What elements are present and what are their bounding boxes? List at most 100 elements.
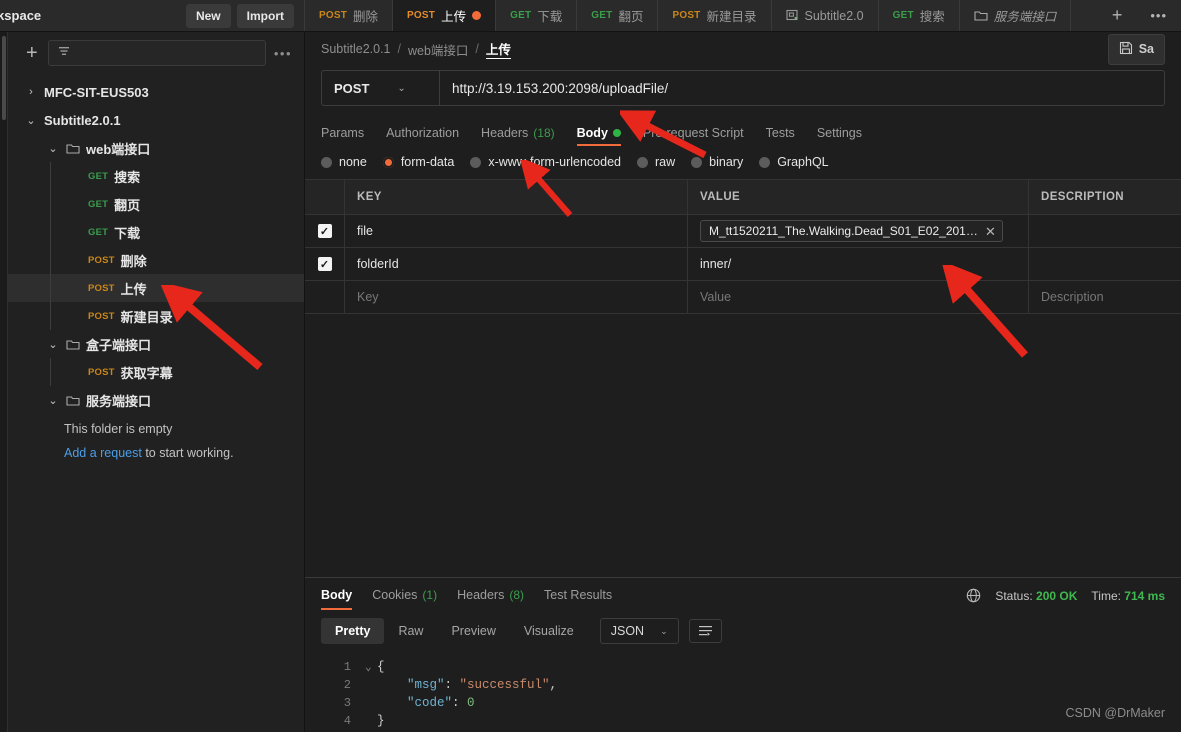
sidebar-item-下载[interactable]: GET下载 bbox=[8, 218, 304, 246]
tab-Subtitle2.0[interactable]: Subtitle2.0 bbox=[772, 0, 879, 31]
sidebar-item-MFC-SIT-EUS503[interactable]: ›MFC-SIT-EUS503 bbox=[8, 78, 304, 106]
key-cell[interactable]: file bbox=[345, 215, 688, 247]
key-cell[interactable]: folderId bbox=[345, 248, 688, 280]
chevron-down-icon: ⌄ bbox=[660, 626, 668, 637]
tab-翻页[interactable]: GET翻页 bbox=[577, 0, 658, 31]
request-filler bbox=[305, 314, 1181, 577]
tab-options-button[interactable]: ••• bbox=[1136, 0, 1181, 31]
table-row[interactable]: ✓ folderIdinner/ bbox=[305, 248, 1181, 281]
tree-item-label: 盒子端接口 bbox=[86, 335, 151, 354]
sidebar-item-web端接口[interactable]: ⌄web端接口 bbox=[8, 134, 304, 162]
sidebar-item-服务端接口[interactable]: ⌄服务端接口 bbox=[8, 386, 304, 414]
add-request-link[interactable]: Add a request bbox=[64, 446, 142, 460]
view-button-raw[interactable]: Raw bbox=[384, 618, 437, 644]
response-format-select[interactable]: JSON⌄ bbox=[600, 618, 679, 644]
url-input[interactable]: http://3.19.153.200:2098/uploadFile/ bbox=[440, 71, 1164, 105]
chevron-down-icon[interactable]: ⌄ bbox=[46, 142, 60, 155]
import-button[interactable]: Import bbox=[237, 4, 294, 28]
workspace-area: rkspace New Import bbox=[0, 0, 305, 31]
tab-搜索[interactable]: GET搜索 bbox=[879, 0, 960, 31]
rail-scroll-thumb[interactable] bbox=[2, 36, 6, 120]
checkbox-icon[interactable]: ✓ bbox=[318, 224, 332, 238]
view-button-preview[interactable]: Preview bbox=[437, 618, 509, 644]
placeholder-description-cell[interactable]: Description bbox=[1029, 281, 1181, 313]
sidebar-item-新建目录[interactable]: POST新建目录 bbox=[8, 302, 304, 330]
table-row[interactable]: ✓ file M_tt1520211_The.Walking.Dead_S01_E0… bbox=[305, 215, 1181, 248]
placeholder-key-cell[interactable]: Key bbox=[345, 281, 688, 313]
tree-item-label: 新建目录 bbox=[121, 307, 173, 326]
save-area: Sa bbox=[1108, 34, 1165, 65]
sidebar-item-获取字幕[interactable]: POST获取字幕 bbox=[8, 358, 304, 386]
body-type-label: none bbox=[339, 155, 367, 169]
request-tab-params[interactable]: Params bbox=[321, 126, 364, 146]
tree-item-label: 搜索 bbox=[114, 167, 140, 186]
view-button-pretty[interactable]: Pretty bbox=[321, 618, 384, 644]
response-tab-body[interactable]: Body bbox=[321, 588, 352, 610]
request-tab-settings[interactable]: Settings bbox=[817, 126, 862, 146]
wrap-lines-button[interactable] bbox=[689, 619, 722, 643]
sidebar-item-搜索[interactable]: GET搜索 bbox=[8, 162, 304, 190]
body-type-raw[interactable]: raw bbox=[637, 155, 675, 169]
body-type-form-data[interactable]: form-data bbox=[383, 155, 455, 169]
description-cell[interactable] bbox=[1029, 215, 1181, 247]
request-tab-pre-request-script[interactable]: Pre-request Script bbox=[643, 126, 744, 146]
add-icon[interactable]: + bbox=[24, 43, 40, 63]
save-button[interactable]: Sa bbox=[1108, 34, 1165, 65]
request-tab-body[interactable]: Body bbox=[577, 126, 621, 146]
placeholder-value-cell[interactable]: Value bbox=[688, 281, 1029, 313]
value-cell[interactable]: M_tt1520211_The.Walking.Dead_S01_E02_201… bbox=[688, 215, 1029, 247]
header-checkbox-cell bbox=[305, 180, 345, 214]
sidebar-more-icon[interactable]: ••• bbox=[274, 46, 294, 61]
response-tab-label: Body bbox=[321, 588, 352, 602]
breadcrumb-separator-2: / bbox=[468, 42, 485, 56]
watermark: CSDN @DrMaker bbox=[1066, 706, 1166, 720]
chevron-down-icon[interactable]: ⌄ bbox=[46, 338, 60, 351]
chevron-down-icon[interactable]: ⌄ bbox=[24, 114, 38, 127]
checkbox-icon[interactable]: ✓ bbox=[318, 257, 332, 271]
body-type-x-www-form-urlencoded[interactable]: x-www-form-urlencoded bbox=[470, 155, 621, 169]
response-tab-headers[interactable]: Headers(8) bbox=[457, 588, 524, 610]
value-cell[interactable]: inner/ bbox=[688, 248, 1029, 280]
close-icon[interactable]: ✕ bbox=[985, 225, 996, 238]
tab-删除[interactable]: POST删除 bbox=[305, 0, 393, 31]
tab-上传[interactable]: POST上传 bbox=[393, 0, 496, 31]
sidebar: + ••• ›MFC-SIT-EUS503⌄Subtitle2.0.1⌄web端… bbox=[8, 32, 305, 732]
file-name: M_tt1520211_The.Walking.Dead_S01_E02_201… bbox=[709, 224, 979, 238]
tab-method: GET bbox=[893, 10, 914, 21]
breadcrumb-folder[interactable]: web端接口 bbox=[408, 40, 468, 59]
request-pane: Subtitle2.0.1 / web端接口 / 上传 S bbox=[305, 32, 1181, 732]
sidebar-item-Subtitle2.0.1[interactable]: ⌄Subtitle2.0.1 bbox=[8, 106, 304, 134]
sidebar-filter-input[interactable] bbox=[48, 40, 266, 66]
body-type-GraphQL[interactable]: GraphQL bbox=[759, 155, 828, 169]
description-cell[interactable] bbox=[1029, 248, 1181, 280]
sidebar-item-删除[interactable]: POST删除 bbox=[8, 246, 304, 274]
table-row-placeholder[interactable]: KeyValueDescription bbox=[305, 281, 1181, 314]
request-tab-headers[interactable]: Headers(18) bbox=[481, 126, 555, 146]
folder-icon bbox=[66, 394, 80, 407]
fold-toggle-icon[interactable]: ⌄ bbox=[365, 660, 377, 674]
response-tab-cookies[interactable]: Cookies(1) bbox=[372, 588, 437, 610]
request-tab-tests[interactable]: Tests bbox=[766, 126, 795, 146]
chevron-down-icon[interactable]: ⌄ bbox=[46, 394, 60, 407]
sidebar-item-翻页[interactable]: GET翻页 bbox=[8, 190, 304, 218]
breadcrumb-collection[interactable]: Subtitle2.0.1 bbox=[321, 42, 391, 56]
chevron-right-icon[interactable]: › bbox=[24, 86, 38, 98]
tab-新建目录[interactable]: POST新建目录 bbox=[658, 0, 771, 31]
body-type-none[interactable]: none bbox=[321, 155, 367, 169]
sidebar-item-上传[interactable]: POST上传 bbox=[8, 274, 304, 302]
tab-下载[interactable]: GET下载 bbox=[496, 0, 577, 31]
placeholder-checkbox-cell bbox=[305, 281, 345, 313]
tab-服务端接口[interactable]: 服务端接口 bbox=[960, 0, 1072, 31]
tab-method: POST bbox=[319, 10, 347, 21]
new-button[interactable]: New bbox=[186, 4, 231, 28]
new-tab-button[interactable]: + bbox=[1098, 0, 1137, 31]
body-type-binary[interactable]: binary bbox=[691, 155, 743, 169]
response-tab-test-results[interactable]: Test Results bbox=[544, 588, 612, 610]
view-button-visualize[interactable]: Visualize bbox=[510, 618, 588, 644]
code-line: 2 "msg": "successful", bbox=[325, 678, 1181, 696]
request-tab-authorization[interactable]: Authorization bbox=[386, 126, 459, 146]
sidebar-item-盒子端接口[interactable]: ⌄ 盒子端接口 bbox=[8, 330, 304, 358]
breadcrumb-request[interactable]: 上传 bbox=[486, 39, 511, 59]
file-chip[interactable]: M_tt1520211_The.Walking.Dead_S01_E02_201… bbox=[700, 220, 1003, 242]
method-select[interactable]: POST ⌄ bbox=[322, 71, 440, 105]
